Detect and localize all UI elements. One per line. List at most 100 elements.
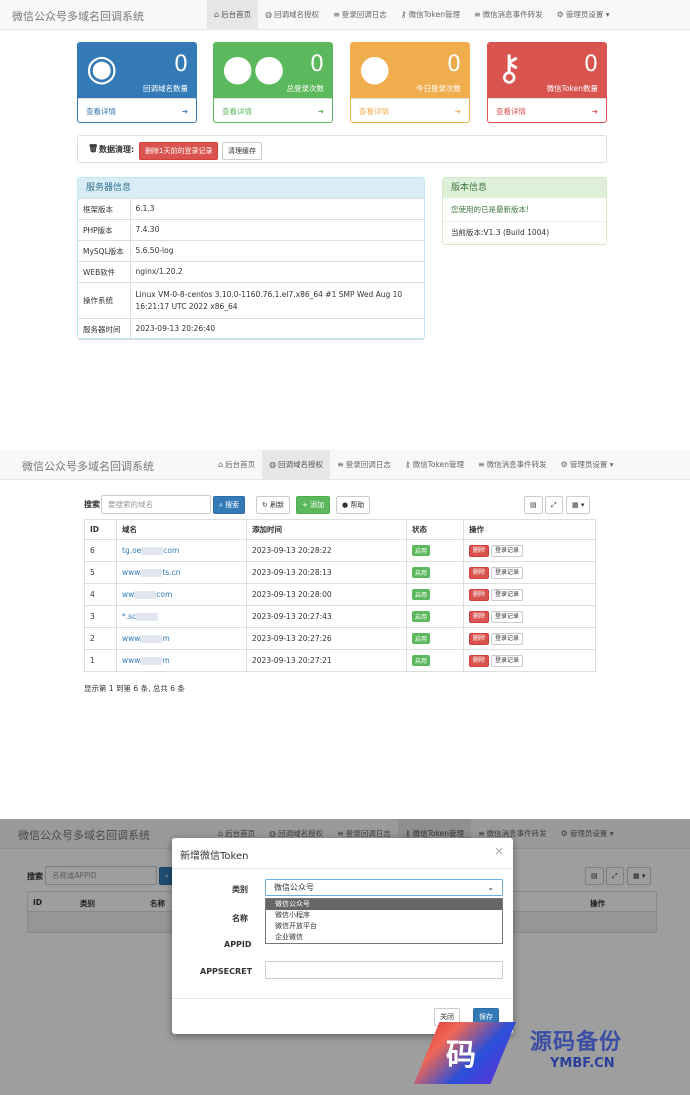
trash-icon: 🗑 xyxy=(88,144,99,153)
arrow-right-circle-icon: ➜ xyxy=(454,107,461,116)
login-log-button[interactable]: 登录记录 xyxy=(491,588,524,601)
domain-link[interactable]: ww com xyxy=(122,590,172,599)
domain-link[interactable]: *.sc xyxy=(122,612,159,621)
col-header[interactable]: ID xyxy=(84,519,117,540)
nav-item-4[interactable]: ≡ 微信消息事件转发 xyxy=(471,450,554,480)
table-row: 5 www ts.cn 2023-09-13 20:28:13 启用 删除 登录记录 xyxy=(84,561,596,584)
domain-link[interactable]: www m xyxy=(122,656,170,665)
delete-button[interactable]: 删除 xyxy=(469,654,490,667)
status-badge[interactable]: 启用 xyxy=(412,545,431,556)
status-badge[interactable]: 启用 xyxy=(412,633,431,644)
add-button[interactable]: + 添加 xyxy=(296,496,331,514)
status-badge[interactable]: 启用 xyxy=(412,567,431,578)
redacted-block xyxy=(140,569,163,577)
stat-label: 今日登录次数 xyxy=(416,84,461,93)
nav-item-2[interactable]: ≡ 登录回调日志 xyxy=(330,450,398,480)
appid-label: APPID xyxy=(224,940,252,949)
refresh-icon: ↻ xyxy=(262,501,271,509)
home-icon: ⌂ xyxy=(218,460,224,469)
domain-part: com xyxy=(163,546,180,555)
table-row: 1 www m 2023-09-13 20:27:21 启用 删除 登录记录 xyxy=(84,649,596,672)
refresh-button[interactable]: ↻ 刷新 xyxy=(256,496,291,514)
delete-button[interactable]: 删除 xyxy=(469,610,490,623)
login-log-button[interactable]: 登录记录 xyxy=(491,544,524,557)
arrow-right-circle-icon: ➜ xyxy=(591,107,598,116)
added-time: 2023-09-13 20:27:26 xyxy=(246,627,407,650)
list-icon: ≡ xyxy=(477,460,485,469)
appsecret-input[interactable] xyxy=(265,961,503,979)
nav-item-1[interactable]: ◍ 回调域名授权 xyxy=(258,0,326,30)
add-button-label: 添加 xyxy=(310,501,325,509)
row-id: 2 xyxy=(84,627,117,650)
server-info-value: Linux VM-0-8-centos 3.10.0-1160.76.1.el7… xyxy=(129,282,424,319)
domain-link[interactable]: www m xyxy=(122,634,170,643)
type-option[interactable]: 企业微信 xyxy=(266,932,502,943)
domain-link[interactable]: tg.oe com xyxy=(122,546,179,555)
fullscreen-button[interactable]: ⤢ xyxy=(545,496,563,514)
status-badge[interactable]: 启用 xyxy=(412,655,431,666)
added-time: 2023-09-13 20:28:22 xyxy=(246,539,407,562)
search-button-label: 搜索 xyxy=(225,501,240,509)
view-details-link[interactable]: 查看详情 ➜ xyxy=(214,98,332,122)
domain-search-input[interactable]: 要搜索的域名 xyxy=(101,495,211,514)
version-status: 您使用的已是最新版本! xyxy=(443,198,606,222)
delete-button[interactable]: 删除 xyxy=(469,566,490,579)
pagination-info: 显示第 1 到第 6 条, 总共 6 条 xyxy=(84,684,185,693)
nav-item-0[interactable]: ⌂ 后台首页 xyxy=(211,450,262,480)
server-info-key: 操作系统 xyxy=(78,282,131,319)
delete-button[interactable]: 删除 xyxy=(469,588,490,601)
server-info-key: WEB软件 xyxy=(78,261,131,283)
type-select[interactable]: 微信公众号 ⌄ xyxy=(265,879,503,896)
columns-button[interactable]: ▦ ▾ xyxy=(566,496,591,514)
login-log-button[interactable]: 登录记录 xyxy=(491,632,524,645)
nav-item-5[interactable]: ⚙ 管理员设置 ▾ xyxy=(554,450,621,480)
clear-cache-button[interactable]: 清理缓存 xyxy=(222,142,262,160)
domain-link[interactable]: www ts.cn xyxy=(122,568,181,577)
login-log-button[interactable]: 登录记录 xyxy=(491,610,524,623)
login-log-button[interactable]: 登录记录 xyxy=(491,654,524,667)
col-header[interactable]: 状态 xyxy=(406,519,464,540)
col-header[interactable]: 域名 xyxy=(116,519,247,540)
col-header[interactable]: 添加时间 xyxy=(246,519,407,540)
status-badge[interactable]: 启用 xyxy=(412,589,431,600)
export-button[interactable]: ▤ xyxy=(524,496,543,514)
type-option[interactable]: 微信小程序 xyxy=(266,910,502,921)
status-badge[interactable]: 启用 xyxy=(412,611,431,622)
server-info-row: WEB软件 nginx/1.20.2 xyxy=(78,261,424,283)
stat-card: ● 0 今日登录次数 查看详情 ➜ xyxy=(350,42,470,123)
login-log-button[interactable]: 登录记录 xyxy=(491,566,524,579)
view-details-link[interactable]: 查看详情 ➜ xyxy=(351,98,469,122)
list-icon: ≡ xyxy=(337,460,344,469)
delete-old-logs-button[interactable]: 删除1天前的登录记录 xyxy=(139,142,219,160)
view-details-link[interactable]: 查看详情 ➜ xyxy=(488,98,606,122)
domain-part: tg.oe xyxy=(122,546,142,555)
gear-icon: ⚙ xyxy=(556,10,564,19)
redacted-block xyxy=(140,657,163,665)
nav-item-3[interactable]: ⚷ 微信Token管理 xyxy=(398,450,471,480)
users-icon: ●● xyxy=(222,48,285,89)
type-option[interactable]: 微信开放平台 xyxy=(266,921,502,932)
redacted-block xyxy=(140,635,163,643)
nav-item-0[interactable]: ⌂ 后台首页 xyxy=(207,0,259,30)
delete-button[interactable]: 删除 xyxy=(469,544,490,557)
close-icon[interactable]: × xyxy=(494,844,504,858)
watermark-url: YMBF.CN xyxy=(550,1056,615,1071)
stat-value: 0 xyxy=(447,52,461,77)
arrow-right-circle-icon: ➜ xyxy=(181,107,188,116)
nav-item-5[interactable]: ⚙ 管理员设置 ▾ xyxy=(550,0,617,30)
search-button[interactable]: ⌕ 搜索 xyxy=(213,496,246,514)
nav-item-3[interactable]: ⚷ 微信Token管理 xyxy=(394,0,467,30)
nav-item-1[interactable]: ◍ 回调域名授权 xyxy=(262,450,331,480)
col-header[interactable]: 操作 xyxy=(463,519,596,540)
delete-button[interactable]: 删除 xyxy=(469,632,490,645)
type-option[interactable]: 微信公众号 xyxy=(266,899,502,910)
view-details-link[interactable]: 查看详情 ➜ xyxy=(78,98,196,122)
search-label: 搜索 xyxy=(84,500,100,509)
gear-icon: ⚙ xyxy=(560,460,568,469)
nav-item-2[interactable]: ≡ 登录回调日志 xyxy=(326,0,394,30)
nav-item-4[interactable]: ≡ 微信消息事件转发 xyxy=(467,0,550,30)
home-icon: ⌂ xyxy=(214,10,220,19)
help-button[interactable]: ● 帮助 xyxy=(336,496,371,514)
row-id: 6 xyxy=(84,539,117,562)
modal-title: 新增微信Token xyxy=(180,851,249,862)
